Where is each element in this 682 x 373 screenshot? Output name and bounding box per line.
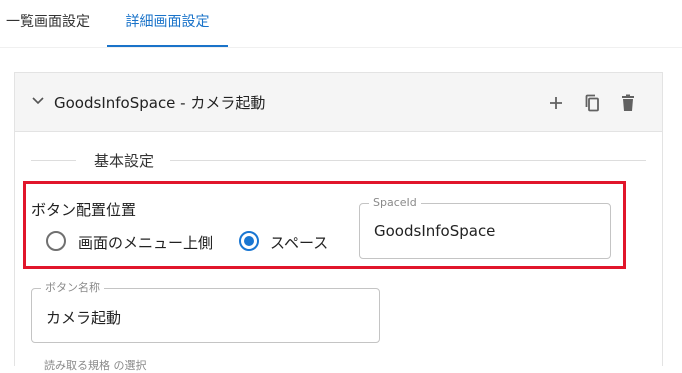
button-name-label: ボタン名称 [41, 281, 104, 295]
panel-border-right [662, 132, 663, 366]
radio-menu-top-label[interactable]: 画面のメニュー上側 [78, 232, 213, 253]
tab-list-settings[interactable]: 一覧画面設定 [0, 0, 104, 47]
plus-icon[interactable] [546, 93, 566, 113]
tab-detail-settings[interactable]: 詳細画面設定 [107, 0, 228, 47]
space-id-label: SpaceId [369, 196, 421, 210]
space-id-field[interactable]: SpaceId GoodsInfoSpace [359, 196, 611, 259]
panel-border-left [14, 132, 15, 366]
trash-icon[interactable] [618, 93, 638, 113]
section-title: 基本設定 [94, 152, 155, 170]
radio-space-label[interactable]: スペース [270, 232, 328, 253]
button-name-value[interactable]: カメラ起動 [46, 307, 121, 328]
copy-icon[interactable] [582, 93, 602, 113]
next-field-label: 読み取る規格 の選択 [44, 359, 147, 372]
panel-title: GoodsInfoSpace - カメラ起動 [54, 94, 266, 112]
radio-menu-top[interactable] [46, 231, 66, 251]
button-position-label: ボタン配置位置 [31, 201, 137, 219]
radio-space[interactable] [239, 231, 259, 251]
button-name-field[interactable]: ボタン名称 カメラ起動 [31, 281, 380, 343]
space-id-value[interactable]: GoodsInfoSpace [374, 222, 495, 240]
section-divider [31, 160, 76, 161]
tabs-divider [0, 47, 682, 48]
section-divider [170, 160, 646, 161]
panel-header[interactable]: GoodsInfoSpace - カメラ起動 [14, 72, 663, 132]
chevron-down-icon[interactable] [32, 97, 44, 105]
